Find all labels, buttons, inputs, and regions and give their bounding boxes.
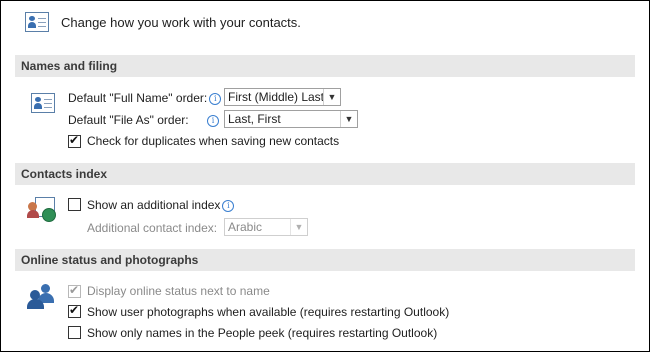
additional-index-text: Show an additional index bbox=[87, 198, 221, 212]
full-name-order-value: First (Middle) Last bbox=[228, 90, 325, 104]
section-online-status: Online status and photographs bbox=[15, 249, 635, 271]
full-name-order-label: Default "Full Name" order: i bbox=[68, 91, 222, 105]
contact-card-icon bbox=[25, 12, 49, 32]
info-icon: i bbox=[207, 115, 219, 127]
chevron-down-icon: ▼ bbox=[323, 89, 340, 105]
file-as-order-value: Last, First bbox=[228, 112, 281, 126]
online-status-checkbox[interactable] bbox=[68, 283, 81, 298]
show-names-label[interactable]: Show only names in the People peek (requ… bbox=[87, 326, 437, 340]
additional-index-checkbox[interactable] bbox=[68, 198, 81, 211]
duplicates-label[interactable]: Check for duplicates when saving new con… bbox=[87, 134, 339, 148]
online-status-label[interactable]: Display online status next to name bbox=[87, 284, 270, 298]
chevron-down-icon: ▼ bbox=[290, 219, 307, 235]
additional-contact-index-label: Additional contact index: bbox=[87, 221, 218, 235]
additional-contact-index-value: Arabic bbox=[228, 220, 263, 234]
page-title: Change how you work with your contacts. bbox=[61, 15, 301, 30]
chevron-down-icon: ▼ bbox=[340, 111, 357, 127]
contact-index-icon bbox=[27, 197, 57, 223]
show-photographs-checkbox[interactable] bbox=[68, 303, 81, 318]
show-names-checkbox[interactable] bbox=[68, 326, 81, 339]
full-name-order-select[interactable]: First (Middle) Last ▼ bbox=[224, 88, 341, 106]
section-names-filing: Names and filing bbox=[15, 55, 635, 77]
file-as-order-select[interactable]: Last, First ▼ bbox=[224, 110, 358, 128]
additional-contact-index-select[interactable]: Arabic ▼ bbox=[224, 218, 308, 236]
info-icon: i bbox=[222, 200, 235, 212]
duplicates-checkbox[interactable] bbox=[68, 133, 81, 148]
show-photographs-label[interactable]: Show user photographs when available (re… bbox=[87, 305, 449, 319]
info-icon: i bbox=[209, 93, 222, 105]
file-as-order-label: Default "File As" order: bbox=[68, 113, 189, 127]
file-as-order-text: Default "File As" order: bbox=[68, 113, 189, 127]
people-icon bbox=[27, 284, 59, 310]
section-contacts-index: Contacts index bbox=[15, 163, 635, 185]
additional-index-label[interactable]: Show an additional index i bbox=[87, 198, 235, 212]
full-name-order-text: Default "Full Name" order: bbox=[68, 91, 208, 105]
contact-card-icon bbox=[31, 93, 55, 113]
